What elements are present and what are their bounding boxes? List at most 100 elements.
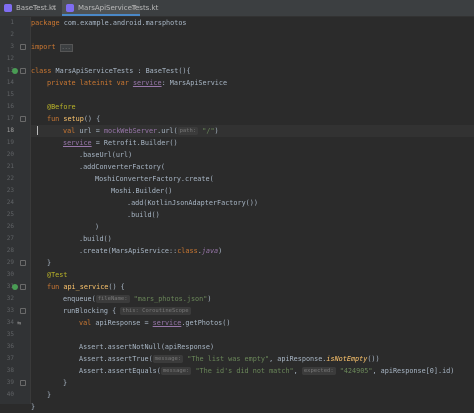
line-number: 20 [6, 151, 14, 158]
code-line: 39 } [7, 377, 474, 389]
line-number: 25 [6, 211, 14, 218]
editor-tab-bar: BaseTest.kt ✕ MarsApiServiceTests.kt ✕ [0, 0, 474, 17]
line-number: 35 [6, 331, 14, 338]
code-line: 17 fun setup() { [7, 113, 474, 125]
line-number: 38 [6, 367, 14, 374]
code-text: fun setup() { [47, 115, 101, 123]
code-text: } [31, 403, 36, 411]
code-text: .build() [127, 211, 160, 219]
code-line: 32 enqueue(fileName: "mars_photos.json") [7, 293, 474, 305]
line-number: 26 [6, 223, 14, 230]
line-number: 1 [10, 19, 14, 26]
code-text: @Test [47, 271, 68, 279]
code-line: 28 .create(MarsApiService::class.java) [7, 245, 474, 257]
code-line: 22 MoshiConverterFactory.create( [7, 173, 474, 185]
code-editor[interactable]: 1 package com.example.android.marsphotos… [7, 17, 474, 411]
line-number: 3 [10, 43, 14, 50]
code-text: Assert.assertTrue(message: "The list was… [79, 355, 380, 363]
fold-icon[interactable] [20, 44, 26, 50]
folded-imports[interactable]: ... [59, 44, 73, 52]
line-number: 36 [6, 343, 14, 350]
fold-icon[interactable] [20, 260, 26, 266]
close-icon[interactable]: ✕ [131, 0, 137, 16]
code-line: 30 @Test [7, 269, 474, 281]
code-line: } [31, 401, 474, 413]
code-text: } [47, 391, 52, 399]
line-number: 33 [6, 307, 14, 314]
code-text: .build() [79, 235, 112, 243]
line-number: 21 [6, 163, 14, 170]
code-text: } [47, 259, 52, 267]
code-text: .addConverterFactory( [79, 163, 165, 171]
code-line: 21 .addConverterFactory( [7, 161, 474, 173]
tab-marsapiservicetests[interactable]: MarsApiServiceTests.kt ✕ [62, 0, 158, 16]
code-text: package com.example.android.marsphotos [31, 19, 187, 27]
line-number: 37 [6, 355, 14, 362]
parameter-hint: expected: [301, 367, 336, 375]
current-code-line: 18 val url = mockWebServer.url(path: "/"… [7, 125, 474, 137]
parameter-hint: fileName: [95, 295, 130, 303]
tab-basetest[interactable]: BaseTest.kt ✕ [0, 0, 60, 16]
code-text: runBlocking { this: CoroutineScope [63, 307, 191, 315]
line-number: 23 [6, 187, 14, 194]
code-text: .create(MarsApiService::class.java) [79, 247, 223, 255]
line-number: 32 [6, 295, 14, 302]
code-text: @Before [47, 103, 76, 111]
code-text: MoshiConverterFactory.create( [95, 175, 214, 183]
code-line: 19 service = Retrofit.Builder() [7, 137, 474, 149]
code-line: 13 class MarsApiServiceTests : BaseTest(… [7, 65, 474, 77]
code-text: service = Retrofit.Builder() [63, 139, 178, 147]
line-number: 27 [6, 235, 14, 242]
fold-icon[interactable] [20, 308, 26, 314]
line-number: 16 [6, 103, 14, 110]
line-number: 17 [6, 115, 14, 122]
line-number: 29 [6, 259, 14, 266]
line-number: 22 [6, 175, 14, 182]
kotlin-file-icon [66, 4, 74, 12]
code-line: 24 .add(KotlinJsonAdapterFactory()) [7, 197, 474, 209]
line-number: 19 [6, 139, 14, 146]
fold-icon[interactable] [20, 284, 26, 290]
fold-icon[interactable] [20, 380, 26, 386]
code-text: val url = mockWebServer.url(path: "/") [63, 127, 219, 135]
code-text: Assert.assertNotNull(apiResponse) [79, 343, 215, 351]
run-test-icon[interactable] [12, 68, 18, 74]
code-text: Assert.assertEquals(message: "The id's d… [79, 367, 455, 375]
code-text: .baseUrl(url) [79, 151, 133, 159]
tab-label: MarsApiServiceTests.kt [78, 4, 159, 12]
fold-icon[interactable] [20, 68, 26, 74]
code-text: private lateinit var service: MarsApiSer… [47, 79, 228, 87]
line-number: 18 [6, 127, 14, 134]
parameter-hint: path: [177, 127, 199, 135]
run-test-icon[interactable] [12, 284, 18, 290]
code-line: 37 Assert.assertTrue(message: "The list … [7, 353, 474, 365]
code-text: enqueue(fileName: "mars_photos.json") [63, 295, 212, 303]
code-line: 35 [7, 329, 474, 341]
fold-icon[interactable] [20, 116, 26, 122]
code-text: val apiResponse = service.getPhotos() [79, 319, 231, 327]
line-number: 15 [6, 91, 14, 98]
line-number: 24 [6, 199, 14, 206]
code-line: 40 } [7, 389, 474, 401]
code-text: class MarsApiServiceTests : BaseTest(){ [31, 67, 191, 75]
code-line: 29 } [7, 257, 474, 269]
receiver-hint: this: CoroutineScope [120, 307, 191, 315]
parameter-hint: message: [160, 367, 192, 375]
line-number: 2 [10, 31, 14, 38]
code-line: 26 ) [7, 221, 474, 233]
line-number: 12 [6, 55, 14, 62]
line-number: 28 [6, 247, 14, 254]
parameter-hint: message: [152, 355, 184, 363]
suspend-call-icon: ⇆ [17, 319, 22, 327]
line-number: 14 [6, 79, 14, 86]
code-line: 27 .build() [7, 233, 474, 245]
line-number: 39 [6, 379, 14, 386]
tab-label: BaseTest.kt [16, 4, 56, 12]
code-line: 31 fun api_service() { [7, 281, 474, 293]
code-text: ) [95, 223, 100, 231]
close-icon[interactable]: ✕ [51, 0, 57, 16]
code-text: import ... [31, 43, 73, 52]
code-text: fun api_service() { [47, 283, 125, 291]
code-line: 33 runBlocking { this: CoroutineScope [7, 305, 474, 317]
code-line: 20 .baseUrl(url) [7, 149, 474, 161]
